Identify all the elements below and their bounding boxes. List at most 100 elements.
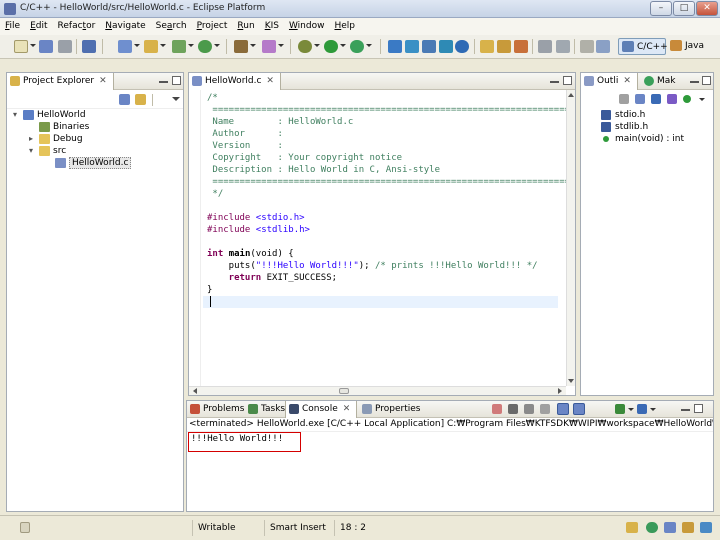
next-annotation-icon[interactable] <box>580 40 594 53</box>
new-class-dropdown-icon[interactable] <box>188 44 194 47</box>
toggle-mark-icon[interactable] <box>538 40 552 53</box>
open-type-icon[interactable] <box>480 40 494 53</box>
collapsed-icon[interactable]: ▸ <box>29 134 33 143</box>
new-folder-icon[interactable] <box>144 40 158 53</box>
menu-project[interactable]: Project <box>192 18 233 35</box>
minimize-view-icon[interactable] <box>159 79 168 83</box>
menu-refactor[interactable]: Refactor <box>53 18 101 35</box>
help-icon[interactable] <box>455 40 469 53</box>
debug-dropdown-icon[interactable] <box>314 44 320 47</box>
new-project-dropdown-icon[interactable] <box>134 44 140 47</box>
status-tray-icon-1[interactable] <box>626 522 638 533</box>
build-icon[interactable] <box>82 40 96 53</box>
maximize-view-icon[interactable] <box>563 76 572 85</box>
maximize-view-icon[interactable] <box>694 404 703 413</box>
external-tools-icon[interactable] <box>350 40 364 53</box>
terminate-icon[interactable] <box>492 404 502 414</box>
editor-horizontal-scrollbar[interactable] <box>189 386 566 395</box>
scroll-thumb[interactable] <box>339 388 349 394</box>
status-tray-icon-3[interactable] <box>664 522 676 533</box>
menu-window[interactable]: Window <box>284 18 330 35</box>
save-icon[interactable] <box>39 40 53 53</box>
tab-problems[interactable]: Problems <box>187 401 250 418</box>
hide-nonpublic-icon[interactable] <box>667 94 677 104</box>
remove-all-icon[interactable] <box>524 404 534 414</box>
sort-icon[interactable] <box>619 94 629 104</box>
search-icon[interactable] <box>514 40 528 53</box>
fast-view-icon[interactable] <box>20 522 30 533</box>
menu-help[interactable]: Help <box>329 18 360 35</box>
close-icon[interactable]: ✕ <box>99 76 107 86</box>
external-tools-dropdown-icon[interactable] <box>366 44 372 47</box>
print-icon[interactable] <box>58 40 72 53</box>
tab-properties[interactable]: Properties <box>359 401 426 418</box>
kis-3-icon[interactable] <box>422 40 436 53</box>
new-dropdown-icon[interactable] <box>30 44 36 47</box>
new-icon[interactable] <box>14 40 28 53</box>
tab-outline[interactable]: Outli ✕ <box>581 73 638 90</box>
remove-launch-icon[interactable] <box>508 404 518 414</box>
clear-console-icon[interactable] <box>540 404 550 414</box>
status-tray-icon-5[interactable] <box>700 522 712 533</box>
hide-fields-icon[interactable] <box>635 94 645 104</box>
menu-run[interactable]: Run <box>232 18 259 35</box>
hammer-dropdown-icon[interactable] <box>250 44 256 47</box>
code-area[interactable]: /* =====================================… <box>189 92 566 386</box>
tab-helloworld-c[interactable]: HelloWorld.c ✕ <box>189 73 281 90</box>
tab-console[interactable]: Console ✕ <box>285 401 358 418</box>
kis-2-icon[interactable] <box>405 40 419 53</box>
scroll-left-icon[interactable] <box>193 388 197 394</box>
pin-console-icon[interactable] <box>573 403 585 415</box>
status-tray-icon-2[interactable] <box>646 522 658 533</box>
open-perspective-icon[interactable] <box>596 40 610 53</box>
scroll-lock-icon[interactable] <box>557 403 569 415</box>
expand-icon[interactable]: ▾ <box>13 110 17 119</box>
refresh-dropdown-icon[interactable] <box>214 44 220 47</box>
scroll-up-icon[interactable] <box>568 93 574 97</box>
maximize-view-icon[interactable] <box>702 76 711 85</box>
close-icon[interactable]: ✕ <box>623 76 631 86</box>
editor-vertical-scrollbar[interactable] <box>566 90 575 386</box>
collapse-all-icon[interactable] <box>119 94 130 105</box>
run-dropdown-icon[interactable] <box>340 44 346 47</box>
console-output-area[interactable]: !!!Hello World!!! <box>187 432 713 511</box>
menu-navigate[interactable]: Navigate <box>100 18 150 35</box>
refresh-icon[interactable] <box>198 40 212 53</box>
maximize-view-icon[interactable] <box>172 76 181 85</box>
new-folder-dropdown-icon[interactable] <box>160 44 166 47</box>
kis-4-icon[interactable] <box>439 40 453 53</box>
close-icon[interactable]: ✕ <box>343 404 351 414</box>
scroll-down-icon[interactable] <box>568 379 574 383</box>
new-project-icon[interactable] <box>118 40 132 53</box>
menu-file[interactable]: File <box>0 18 25 35</box>
show-whitespace-icon[interactable] <box>556 40 570 53</box>
link-editor-icon[interactable] <box>135 94 146 105</box>
display-selected-dropdown-icon[interactable] <box>628 408 634 411</box>
new-class-icon[interactable] <box>172 40 186 53</box>
close-icon[interactable]: ✕ <box>266 76 274 86</box>
target-dropdown-icon[interactable] <box>278 44 284 47</box>
tab-make-targets[interactable]: Mak <box>641 73 682 90</box>
open-console-icon[interactable] <box>637 404 647 414</box>
minimize-view-icon[interactable] <box>681 407 690 411</box>
debug-icon[interactable] <box>298 40 312 53</box>
view-menu-icon[interactable] <box>172 97 180 101</box>
perspective-java[interactable]: Java <box>667 38 717 55</box>
kis-1-icon[interactable] <box>388 40 402 53</box>
minimize-view-icon[interactable] <box>690 79 699 83</box>
menu-search[interactable]: Search <box>151 18 192 35</box>
run-icon[interactable] <box>324 40 338 53</box>
menu-kis[interactable]: KIS <box>260 18 284 35</box>
tab-project-explorer[interactable]: Project Explorer ✕ <box>7 73 114 90</box>
minimize-button[interactable]: – <box>650 1 672 16</box>
maximize-button[interactable]: □ <box>673 1 695 16</box>
hide-macros-icon[interactable] <box>683 95 691 103</box>
open-resource-icon[interactable] <box>497 40 511 53</box>
close-button[interactable]: ✕ <box>696 1 718 16</box>
view-menu-icon[interactable] <box>699 98 705 101</box>
minimize-view-icon[interactable] <box>550 79 559 83</box>
open-console-dropdown-icon[interactable] <box>650 408 656 411</box>
target-icon[interactable] <box>262 40 276 53</box>
expand-icon[interactable]: ▾ <box>29 146 33 155</box>
status-tray-icon-4[interactable] <box>682 522 694 533</box>
